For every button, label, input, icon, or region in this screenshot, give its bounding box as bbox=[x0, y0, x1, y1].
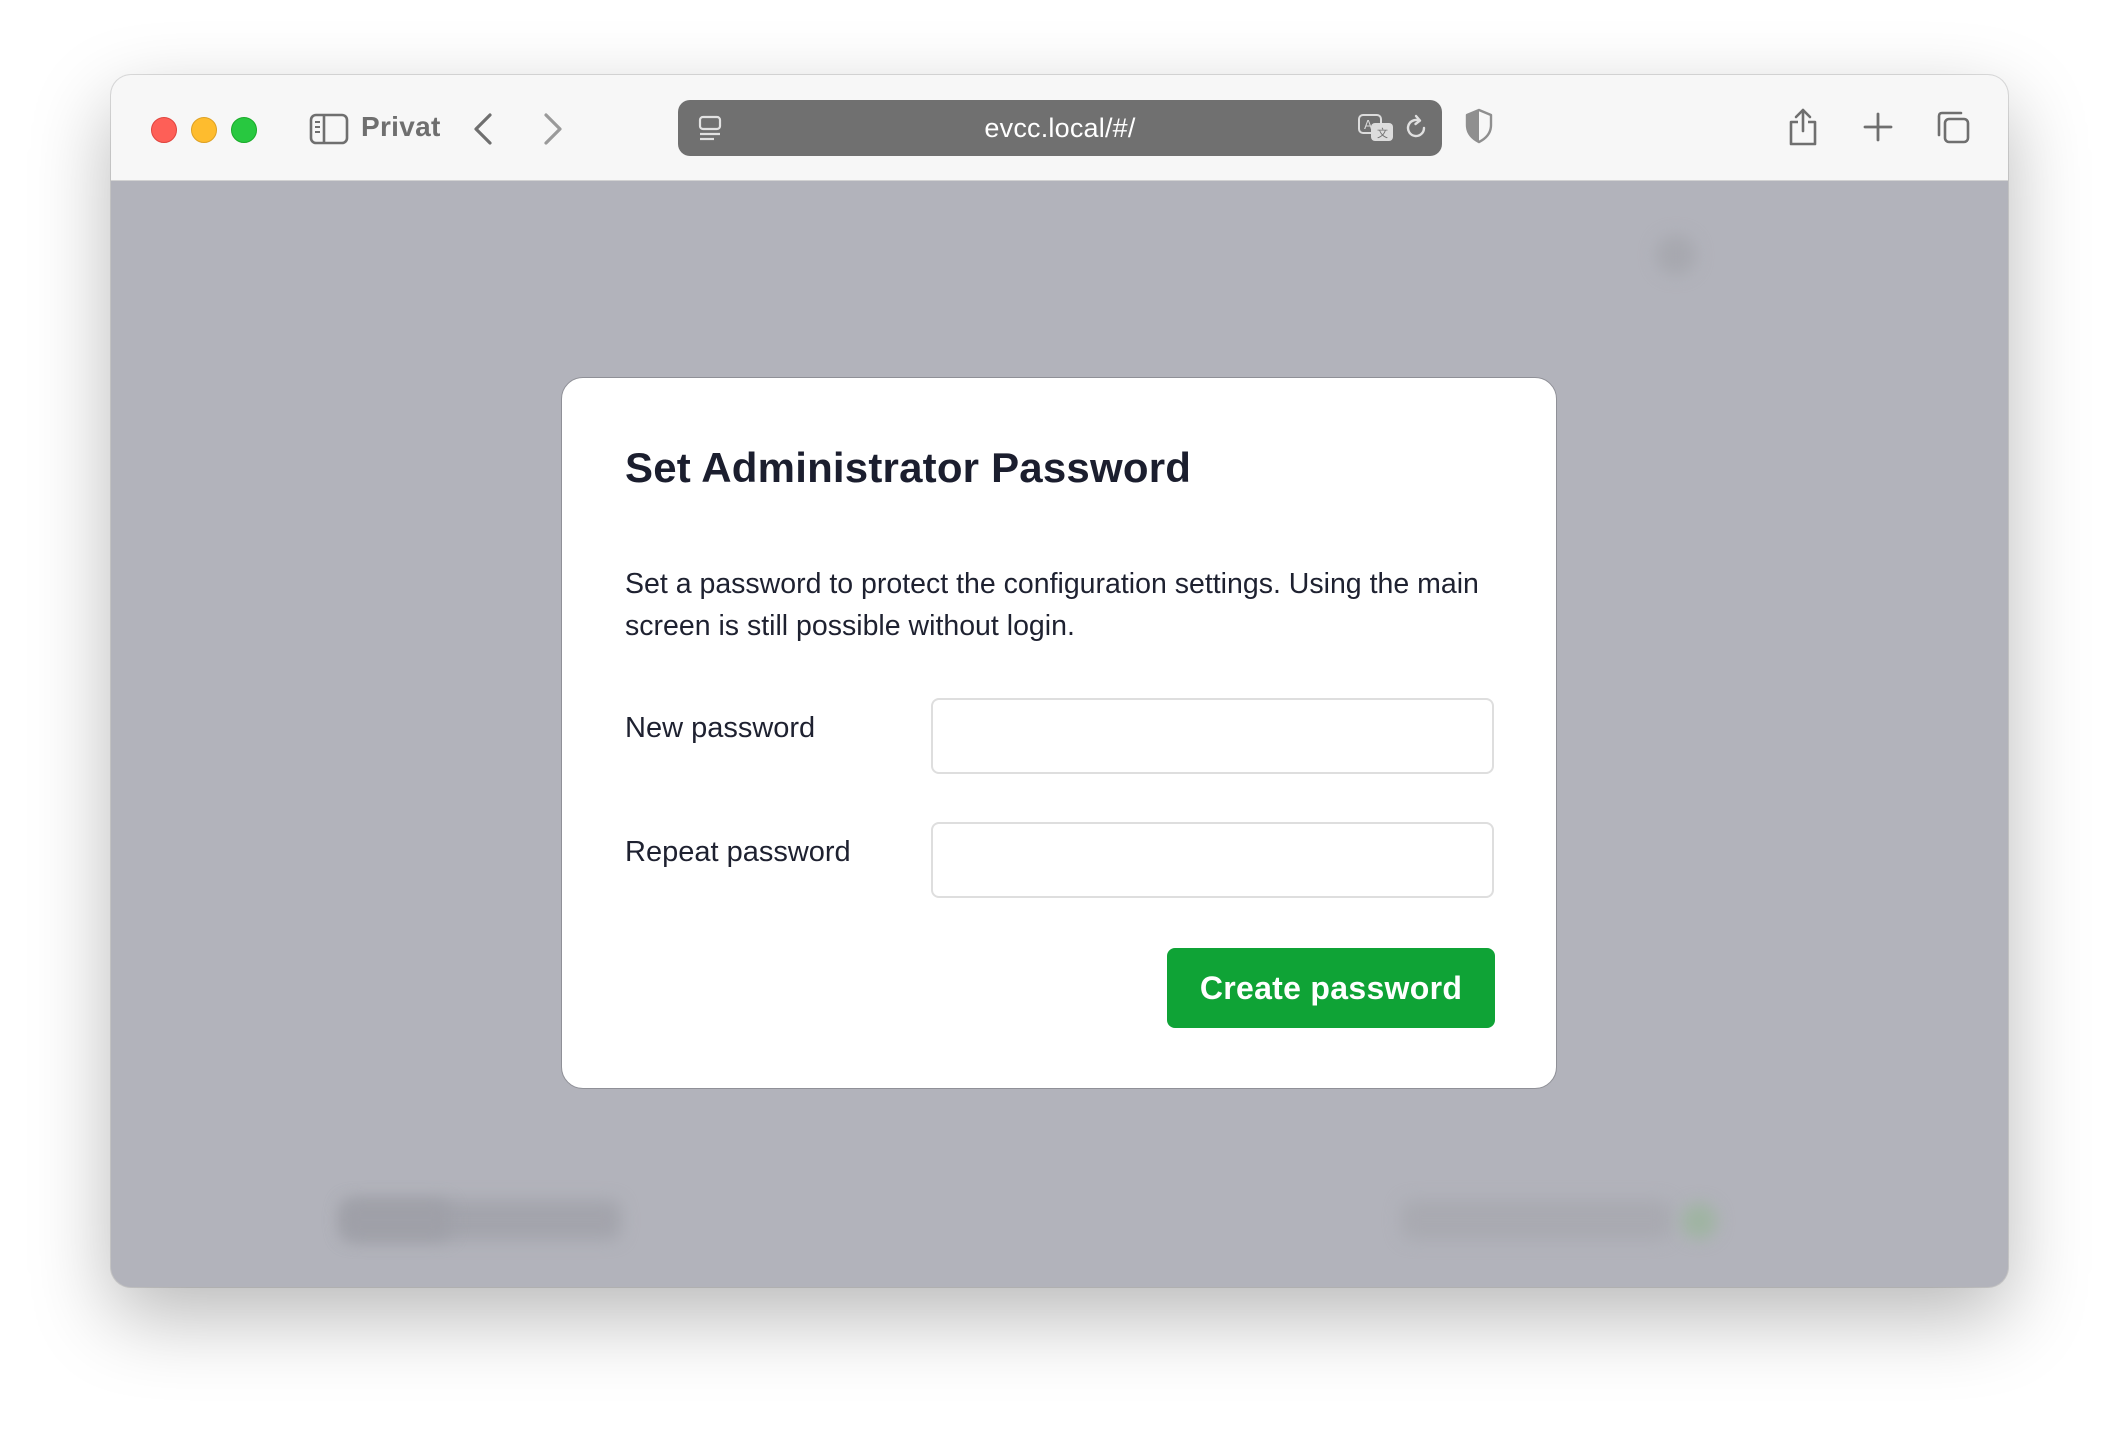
chevron-left-icon[interactable] bbox=[463, 107, 503, 151]
dialog-title: Set Administrator Password bbox=[625, 444, 1192, 491]
chevron-right-icon[interactable] bbox=[533, 107, 573, 151]
new-password-input[interactable] bbox=[931, 698, 1494, 774]
zoom-window-button[interactable] bbox=[231, 117, 257, 143]
background-status-text bbox=[1401, 1200, 1671, 1240]
browser-toolbar: Privat evcc.local/#/ A 文 bbox=[111, 75, 2008, 181]
minimize-window-button[interactable] bbox=[191, 117, 217, 143]
address-bar[interactable]: evcc.local/#/ A 文 bbox=[678, 100, 1442, 156]
repeat-password-input[interactable] bbox=[931, 822, 1494, 898]
share-icon[interactable] bbox=[1783, 104, 1823, 150]
sidebar-icon[interactable] bbox=[307, 109, 351, 149]
plus-icon[interactable] bbox=[1858, 107, 1898, 147]
shield-icon[interactable] bbox=[1462, 106, 1496, 146]
tab-overview-icon[interactable] bbox=[1933, 107, 1973, 147]
svg-text:文: 文 bbox=[1377, 126, 1388, 140]
dialog-description: Set a password to protect the configurat… bbox=[625, 568, 1479, 642]
background-settings-icon bbox=[1656, 235, 1696, 275]
translate-icon[interactable]: A 文 bbox=[1356, 111, 1396, 145]
private-browsing-label: Privat bbox=[361, 111, 441, 142]
background-logo-mark bbox=[341, 1200, 451, 1240]
repeat-password-label: Repeat password bbox=[625, 836, 851, 868]
url-text[interactable]: evcc.local/#/ bbox=[678, 113, 1442, 144]
background-status-dot bbox=[1681, 1203, 1717, 1239]
create-password-button[interactable]: Create password bbox=[1167, 948, 1495, 1028]
new-password-label: New password bbox=[625, 712, 816, 744]
admin-password-dialog: Set Administrator Password Set a passwor… bbox=[561, 377, 1557, 1089]
close-window-button[interactable] bbox=[151, 117, 177, 143]
browser-window: Privat evcc.local/#/ A 文 Set Administrat… bbox=[111, 75, 2008, 1287]
reload-icon[interactable] bbox=[1400, 112, 1432, 144]
